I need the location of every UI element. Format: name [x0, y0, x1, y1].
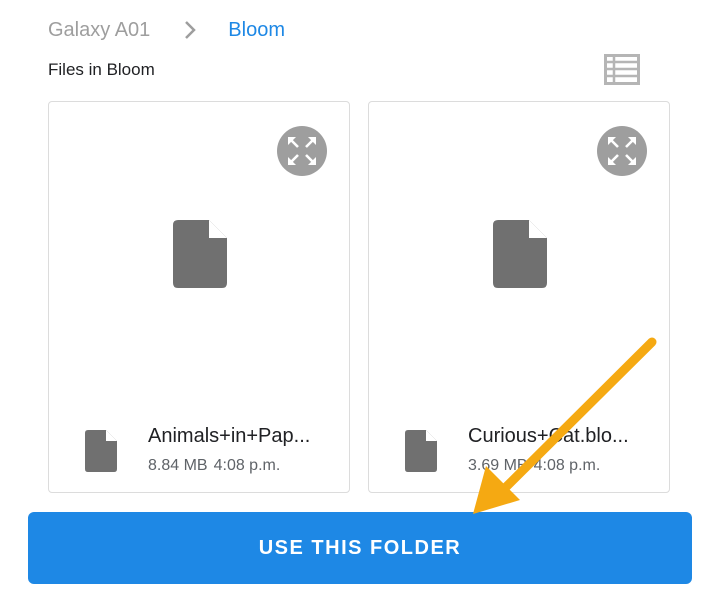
- file-icon: [173, 220, 227, 288]
- expand-icon: [608, 137, 636, 165]
- breadcrumb-root[interactable]: Galaxy A01: [48, 19, 150, 42]
- file-name: Curious+Cat.blo...: [468, 425, 629, 447]
- file-icon: [85, 430, 117, 472]
- expand-preview-button[interactable]: [597, 126, 647, 176]
- breadcrumb: Galaxy A01 Bloom: [48, 14, 285, 46]
- file-icon: [493, 220, 547, 288]
- file-name: Animals+in+Pap...: [148, 425, 311, 447]
- file-time: 4:08 p.m.: [533, 457, 601, 474]
- file-size: 3.69 MB: [468, 457, 528, 474]
- use-this-folder-button[interactable]: USE THIS FOLDER: [28, 512, 692, 584]
- file-icon: [405, 430, 437, 472]
- breadcrumb-current[interactable]: Bloom: [228, 19, 285, 42]
- file-card[interactable]: Animals+in+Pap... 8.84 MB 4:08 p.m.: [48, 101, 350, 493]
- expand-preview-button[interactable]: [277, 126, 327, 176]
- file-details: 8.84 MB 4:08 p.m.: [148, 457, 280, 475]
- section-title: Files in Bloom: [48, 60, 155, 79]
- chevron-right-icon: [178, 18, 202, 42]
- file-size: 8.84 MB: [148, 457, 208, 474]
- list-view-icon: [604, 54, 640, 85]
- file-details: 3.69 MB 4:08 p.m.: [468, 457, 600, 475]
- expand-icon: [288, 137, 316, 165]
- list-view-button[interactable]: [604, 54, 640, 86]
- file-card[interactable]: Curious+Cat.blo... 3.69 MB 4:08 p.m.: [368, 101, 670, 493]
- file-time: 4:08 p.m.: [213, 457, 281, 474]
